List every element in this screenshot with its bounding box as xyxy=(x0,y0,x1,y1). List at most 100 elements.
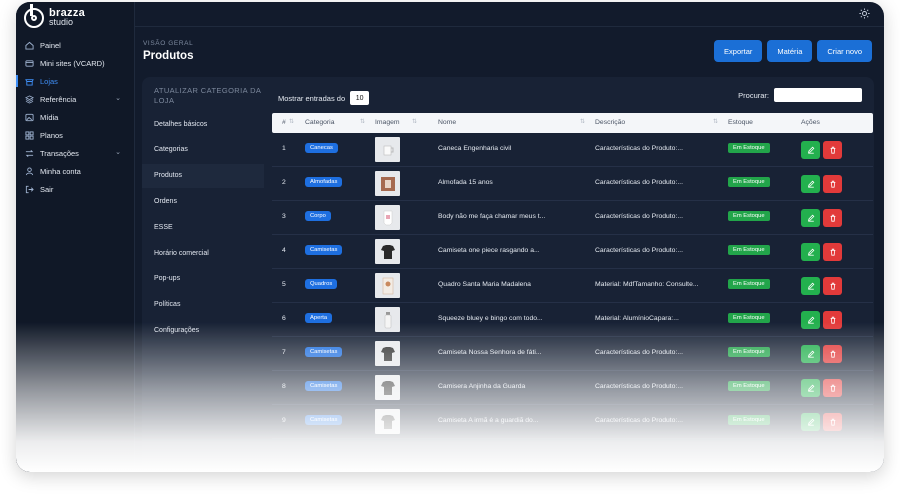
search-input[interactable] xyxy=(774,88,862,102)
sort-icon[interactable]: ⇅ xyxy=(713,118,718,125)
delete-button[interactable] xyxy=(823,141,842,159)
product-thumbnail[interactable] xyxy=(375,307,400,332)
header-actions: Exportar Matéria Criar novo xyxy=(714,40,872,62)
subnav-item[interactable]: Pop-ups xyxy=(142,267,264,291)
edit-button[interactable] xyxy=(801,141,820,159)
column-header[interactable]: Estoque xyxy=(728,119,753,126)
sort-icon[interactable]: ⇅ xyxy=(412,118,417,125)
sidebar-item-label: Sair xyxy=(40,184,54,194)
sun-icon[interactable] xyxy=(859,8,870,19)
sidebar-item-refer-ncia[interactable]: Referência ⌄ xyxy=(16,90,134,108)
subnav-item[interactable]: Horário comercial xyxy=(142,241,264,265)
sidebar-item-painel[interactable]: Painel xyxy=(16,36,134,54)
row-number: 5 xyxy=(282,281,286,288)
sidebar-item-sair[interactable]: Sair xyxy=(16,180,134,198)
product-thumbnail[interactable] xyxy=(375,239,400,264)
image-icon xyxy=(25,113,34,122)
stock-badge: Em Estoque xyxy=(728,313,770,323)
trash-icon xyxy=(829,418,837,426)
delete-button[interactable] xyxy=(823,345,842,363)
edit-button[interactable] xyxy=(801,175,820,193)
sidebar-item-transa-es[interactable]: Transações ⌄ xyxy=(16,144,134,162)
subnav-item[interactable]: Configurações xyxy=(142,318,264,342)
entries-select[interactable]: 10 xyxy=(350,91,370,105)
sidebar: brazza studio Painel Mini sites (VCARD) Lo… xyxy=(16,2,135,472)
search-label: Procurar: xyxy=(738,90,769,100)
product-thumbnail[interactable] xyxy=(375,205,400,230)
entries-control: Mostrar entradas do 10 xyxy=(278,91,370,105)
delete-button[interactable] xyxy=(823,277,842,295)
search-control: Procurar: xyxy=(738,88,862,102)
edit-button[interactable] xyxy=(801,311,820,329)
delete-button[interactable] xyxy=(823,209,842,227)
trash-icon xyxy=(829,316,837,324)
subnav-item[interactable]: Produtos xyxy=(142,163,264,188)
subnav-item[interactable]: Ordens xyxy=(142,189,264,213)
delete-button[interactable] xyxy=(823,243,842,261)
export-button[interactable]: Exportar xyxy=(714,40,763,62)
column-header[interactable]: Categoria xyxy=(305,119,334,126)
sidebar-item-mini-sites-vcard[interactable]: Mini sites (VCARD) xyxy=(16,54,134,72)
material-button[interactable]: Matéria xyxy=(767,40,813,62)
sidebar-item-lojas[interactable]: Lojas xyxy=(16,72,134,90)
brand-logo[interactable]: brazza studio xyxy=(24,4,85,28)
delete-button[interactable] xyxy=(823,413,842,431)
subnav-item[interactable]: Detalhes básicos xyxy=(142,112,264,136)
product-description: Características do Produto:... xyxy=(595,179,684,186)
sidebar-item-m-dia[interactable]: Mídia xyxy=(16,108,134,126)
trash-icon xyxy=(829,214,837,222)
column-header[interactable]: Imagem xyxy=(375,119,400,126)
logout-icon xyxy=(25,185,34,194)
sidebar-item-minha-conta[interactable]: Minha conta xyxy=(16,162,134,180)
delete-button[interactable] xyxy=(823,175,842,193)
sort-icon[interactable]: ⇅ xyxy=(580,118,585,125)
subnav-item[interactable]: Políticas xyxy=(142,293,264,317)
subnav-item[interactable]: ESSE xyxy=(142,215,264,239)
row-number: 8 xyxy=(282,383,286,390)
edit-icon xyxy=(807,282,815,290)
table-row: 6 Aperta Squeeze bluey e bingo com todo...… xyxy=(272,303,873,337)
product-thumbnail[interactable] xyxy=(375,273,400,298)
sidebar-item-planos[interactable]: Planos xyxy=(16,126,134,144)
home-icon xyxy=(25,41,34,50)
trash-icon xyxy=(829,248,837,256)
row-number: 4 xyxy=(282,247,286,254)
column-header[interactable]: Nome xyxy=(438,119,456,126)
category-badge: Camisetas xyxy=(305,381,343,391)
edit-button[interactable] xyxy=(801,277,820,295)
product-thumbnail[interactable] xyxy=(375,341,400,366)
column-header[interactable]: Ações xyxy=(801,119,820,126)
edit-icon xyxy=(807,248,815,256)
product-thumbnail[interactable] xyxy=(375,137,400,162)
delete-button[interactable] xyxy=(823,311,842,329)
swap-icon xyxy=(25,149,34,158)
product-thumbnail[interactable] xyxy=(375,409,400,434)
product-thumbnail[interactable] xyxy=(375,375,400,400)
column-header[interactable]: Descrição xyxy=(595,119,625,126)
table-row: 4 Camisetas Camiseta one piece rasgando a.… xyxy=(272,235,873,269)
sort-icon[interactable]: ⇅ xyxy=(289,118,294,125)
delete-button[interactable] xyxy=(823,379,842,397)
product-thumbnail[interactable] xyxy=(375,171,400,196)
stock-badge: Em Estoque xyxy=(728,347,770,357)
trash-icon xyxy=(829,180,837,188)
product-name: Squeeze bluey e bingo com todo... xyxy=(438,315,543,322)
category-badge: Camisetas xyxy=(305,347,343,357)
sidebar-item-label: Minha conta xyxy=(40,166,81,176)
edit-button[interactable] xyxy=(801,379,820,397)
sort-icon[interactable]: ⇅ xyxy=(360,118,365,125)
edit-button[interactable] xyxy=(801,243,820,261)
stock-badge: Em Estoque xyxy=(728,279,770,289)
create-new-button[interactable]: Criar novo xyxy=(817,40,872,62)
edit-icon xyxy=(807,214,815,222)
category-badge: Aperta xyxy=(305,313,333,323)
edit-button[interactable] xyxy=(801,345,820,363)
stock-badge: Em Estoque xyxy=(728,245,770,255)
row-number: 3 xyxy=(282,213,286,220)
column-header[interactable]: # xyxy=(282,119,286,126)
table-row: 8 Camisetas Camisera Anjinha da Guarda Cara… xyxy=(272,371,873,405)
subnav-item[interactable]: Categorias xyxy=(142,138,264,162)
product-description: Material: AlumínioCapara:... xyxy=(595,315,679,322)
edit-button[interactable] xyxy=(801,413,820,431)
edit-button[interactable] xyxy=(801,209,820,227)
